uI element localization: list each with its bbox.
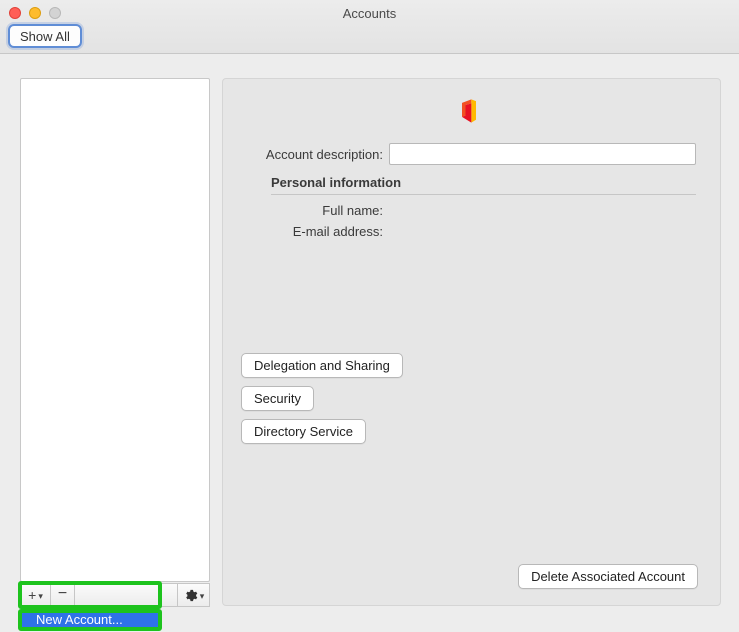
security-button[interactable]: Security xyxy=(241,386,314,411)
office-icon xyxy=(455,97,483,125)
account-detail-panel: Account description: Personal informatio… xyxy=(222,78,721,606)
full-name-label: Full name: xyxy=(241,203,389,218)
minus-icon: − xyxy=(58,585,67,603)
accounts-list[interactable] xyxy=(20,78,210,582)
remove-account-button[interactable]: − xyxy=(51,584,75,606)
titlebar: Accounts Show All xyxy=(0,0,739,54)
plus-icon: + xyxy=(28,587,36,603)
add-account-button[interactable]: +▾ xyxy=(21,584,51,606)
account-actions-button[interactable]: ▾ xyxy=(177,584,209,606)
show-all-button[interactable]: Show All xyxy=(8,24,82,48)
gear-icon xyxy=(183,588,198,603)
directory-service-button[interactable]: Directory Service xyxy=(241,419,366,444)
divider xyxy=(271,194,696,195)
content-area: +▾ − ▾ New Account... Account descriptio… xyxy=(0,54,739,632)
account-description-label: Account description: xyxy=(241,147,389,162)
chevron-down-icon: ▾ xyxy=(38,591,43,602)
chevron-down-icon: ▾ xyxy=(200,591,205,602)
menu-item-new-account[interactable]: New Account... xyxy=(22,609,160,629)
delegation-button[interactable]: Delegation and Sharing xyxy=(241,353,403,378)
toolbar-spacer xyxy=(75,584,177,606)
delete-associated-account-button[interactable]: Delete Associated Account xyxy=(518,564,698,589)
email-label: E-mail address: xyxy=(241,224,389,239)
window-title: Accounts xyxy=(0,6,739,21)
account-description-field[interactable] xyxy=(389,143,696,165)
accounts-toolbar: +▾ − ▾ xyxy=(20,583,210,607)
personal-info-heading: Personal information xyxy=(271,175,696,190)
